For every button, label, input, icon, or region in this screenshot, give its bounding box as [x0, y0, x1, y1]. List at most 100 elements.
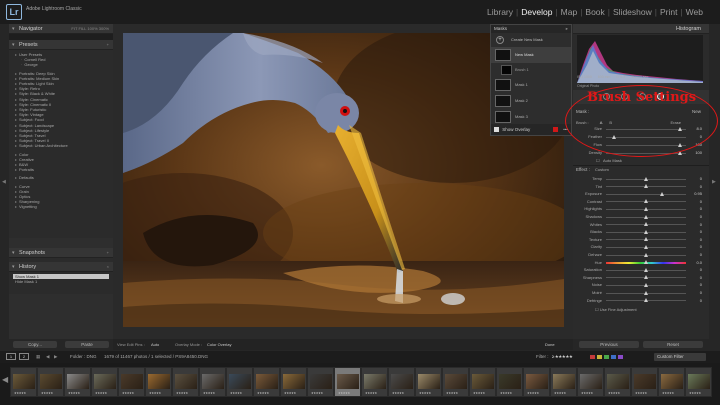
slider-value[interactable]: 0: [688, 275, 702, 281]
preset-item[interactable]: ▸ Portraits: [15, 167, 113, 172]
copy-button[interactable]: Copy...: [13, 341, 57, 348]
module-develop[interactable]: Develop: [520, 7, 553, 17]
slider-value[interactable]: 0: [688, 176, 702, 182]
module-library[interactable]: Library: [486, 7, 514, 17]
preset-item[interactable]: ▸ Subject: Urban Architecture: [15, 143, 113, 148]
preset-item[interactable]: ▸ Vignetting: [15, 204, 113, 209]
mask-row[interactable]: New Mask: [491, 47, 571, 63]
slider-knob[interactable]: [643, 298, 648, 303]
create-new-mask-button[interactable]: + Create New Mask: [491, 33, 571, 47]
original-photo-label[interactable]: Original Photo: [577, 84, 599, 88]
slider-value[interactable]: 0: [688, 222, 702, 228]
slider-knob[interactable]: [643, 282, 648, 287]
slider-knob[interactable]: [643, 275, 648, 280]
color-label-swatch[interactable]: [618, 355, 623, 359]
slider-defringe[interactable]: Defringe 0: [576, 298, 702, 304]
history-header[interactable]: History ×: [9, 262, 113, 272]
slider-sharpness[interactable]: Sharpness 0: [576, 275, 702, 281]
snapshots-header[interactable]: Snapshots +: [9, 248, 113, 258]
slider-knob[interactable]: [643, 267, 648, 272]
slider-noise[interactable]: Noise 0: [576, 282, 702, 288]
slider-knob[interactable]: [659, 191, 664, 196]
filmstrip-thumbnail[interactable]: ★★★★★: [10, 367, 37, 397]
slider-shadows[interactable]: Shadows 0: [576, 214, 702, 220]
view-edit-pins-select[interactable]: Auto: [151, 342, 159, 347]
slider-contrast[interactable]: Contrast 0: [576, 199, 702, 205]
slider-highlights[interactable]: Highlights 0: [576, 206, 702, 212]
filmstrip-thumbnail[interactable]: ★★★★★: [523, 367, 550, 397]
left-panel-edge[interactable]: ◀: [0, 24, 9, 350]
previous-button[interactable]: Previous: [579, 341, 639, 348]
slider-value[interactable]: 0.0: [688, 260, 702, 266]
color-label-swatch[interactable]: [604, 355, 609, 359]
filmstrip-thumbnail[interactable]: ★★★★★: [604, 367, 631, 397]
filmstrip-thumbnail[interactable]: ★★★★★: [685, 367, 712, 397]
color-label-swatch[interactable]: [597, 355, 602, 359]
mask-row[interactable]: Mask 1: [491, 77, 571, 93]
collapse-left-icon[interactable]: ◀: [2, 179, 6, 185]
slider-knob[interactable]: [643, 176, 648, 181]
filmstrip-thumbnail[interactable]: ★★★★★: [91, 367, 118, 397]
masks-panel-toggle-icon[interactable]: ▸: [566, 25, 568, 33]
preset-item[interactable]: ▸ Defaults: [15, 175, 113, 180]
filmstrip-thumbnail[interactable]: ★★★★★: [334, 367, 361, 397]
slider-moir[interactable]: Moiré 0: [576, 290, 702, 296]
slider-knob[interactable]: [643, 184, 648, 189]
filmstrip-thumbnail[interactable]: ★★★★★: [442, 367, 469, 397]
slider-whites[interactable]: Whites 0: [576, 222, 702, 228]
paste-button[interactable]: Paste: [65, 341, 109, 348]
slider-value[interactable]: 0: [688, 199, 702, 205]
slider-knob[interactable]: [643, 214, 648, 219]
color-label-swatch[interactable]: [590, 355, 595, 359]
masks-header[interactable]: Masks ▸: [491, 25, 571, 33]
clear-history-icon[interactable]: ×: [107, 262, 109, 272]
filmstrip-thumbnail[interactable]: ★★★★★: [388, 367, 415, 397]
filmstrip-thumbnail[interactable]: ★★★★★: [226, 367, 253, 397]
folder-source[interactable]: Folder : DNG: [70, 354, 97, 359]
slider-hue[interactable]: Hue 0.0: [576, 260, 702, 266]
mask-row[interactable]: Mask 2: [491, 93, 571, 109]
slider-saturation[interactable]: Saturation 0: [576, 267, 702, 273]
filmstrip-thumbnail[interactable]: ★★★★★: [145, 367, 172, 397]
color-label-swatch[interactable]: [611, 355, 616, 359]
slider-knob[interactable]: [643, 244, 648, 249]
grid-icon[interactable]: ▦: [36, 354, 40, 360]
module-book[interactable]: Book: [584, 7, 605, 17]
filmstrip-thumbnail[interactable]: ★★★★★: [64, 367, 91, 397]
slider-knob[interactable]: [643, 199, 648, 204]
slider-value[interactable]: 0: [688, 244, 702, 250]
navigator-header[interactable]: Navigator FIT FILL 100% 300%: [9, 24, 113, 34]
slider-knob[interactable]: [643, 260, 648, 265]
slider-knob[interactable]: [643, 252, 648, 257]
auto-mask-checkbox[interactable]: ☐: [596, 158, 600, 164]
preset-item[interactable]: · George: [15, 62, 113, 67]
overlay-mode-select[interactable]: Color Overlay: [207, 342, 231, 347]
slider-value[interactable]: 0: [688, 282, 702, 288]
slider-knob[interactable]: [643, 290, 648, 295]
screen-2-button[interactable]: 2: [19, 353, 29, 360]
forward-icon[interactable]: ▶: [54, 354, 57, 360]
slider-value[interactable]: 0: [688, 290, 702, 296]
slider-value[interactable]: 0: [688, 252, 702, 258]
slider-value[interactable]: 0: [688, 267, 702, 273]
filmstrip-thumbnail[interactable]: ★★★★★: [577, 367, 604, 397]
filmstrip-thumbnail[interactable]: ★★★★★: [172, 367, 199, 397]
filmstrip-thumbnail[interactable]: ★★★★★: [280, 367, 307, 397]
slider-clarity[interactable]: Clarity 0: [576, 244, 702, 250]
slider-texture[interactable]: Texture 0: [576, 237, 702, 243]
filmstrip-thumbnail[interactable]: ★★★★★: [199, 367, 226, 397]
module-map[interactable]: Map: [560, 7, 579, 17]
filmstrip-thumbnail[interactable]: ★★★★★: [37, 367, 64, 397]
screen-1-button[interactable]: 1: [6, 353, 16, 360]
custom-filter-select[interactable]: Custom Filter: [654, 353, 706, 361]
filmstrip-thumbnail[interactable]: ★★★★★: [415, 367, 442, 397]
filmstrip-thumbnail[interactable]: ★★★★★: [496, 367, 523, 397]
filmstrip-thumbnail[interactable]: ★★★★★: [118, 367, 145, 397]
add-snapshot-icon[interactable]: +: [107, 248, 109, 258]
slider-blacks[interactable]: Blacks 0: [576, 229, 702, 235]
mask-row[interactable]: Mask 3: [491, 109, 571, 125]
module-web[interactable]: Web: [685, 7, 704, 17]
filmstrip-thumbnail[interactable]: ★★★★★: [307, 367, 334, 397]
module-slideshow[interactable]: Slideshow: [612, 7, 653, 17]
filmstrip-left-icon[interactable]: ◀: [2, 375, 8, 384]
